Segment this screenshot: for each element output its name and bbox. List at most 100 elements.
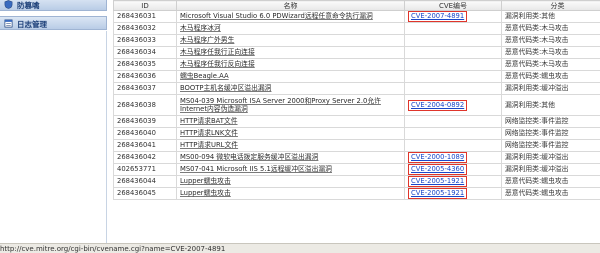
table-row[interactable]: 268436034 木马程序任我行正向连接 恶意代码类:木马攻击 — [113, 46, 600, 59]
sidebar-panel — [0, 31, 107, 243]
cell-cve: CVE-2005-1921 — [404, 175, 502, 188]
column-header-category[interactable]: 分类 — [501, 0, 600, 11]
cell-category: 漏洞利用类:缓冲溢出 — [501, 82, 600, 95]
cell-id: 268436040 — [113, 127, 177, 140]
cell-cve: CVE-2007-4891 — [404, 10, 502, 23]
cell-name-link[interactable]: 蠕虫Beagle.AA — [176, 70, 405, 83]
table-row[interactable]: 268436038 MS04-039 Microsoft ISA Server 2… — [113, 94, 600, 116]
rule-table-container: ID 名称 CVE编号 分类 268436031 Microsoft Visual… — [113, 0, 600, 243]
cell-name-link[interactable]: MS07-041 Microsoft IIS 5.1远程缓冲区溢出漏洞 — [176, 163, 405, 176]
cell-category: 恶意代码类:木马攻击 — [501, 34, 600, 47]
table-body: 268436031 Microsoft Visual Studio 6.0 PDW… — [113, 10, 600, 200]
cell-name-link[interactable]: Lupper蠕虫攻击 — [176, 175, 405, 188]
cell-category: 恶意代码类:蠕虫攻击 — [501, 175, 600, 188]
column-header-id[interactable]: ID — [113, 0, 177, 11]
sidebar-item-label: 日志管理 — [17, 20, 47, 29]
cve-highlight-box: CVE-2007-4891 — [408, 11, 468, 22]
cell-category: 恶意代码类:蠕虫攻击 — [501, 70, 600, 83]
column-header-name[interactable]: 名称 — [176, 0, 405, 11]
cell-id: 268436045 — [113, 187, 177, 200]
cve-highlight-box: CVE-2004-0892 — [408, 99, 468, 111]
cell-name-link[interactable]: 木马程序广外男生 — [176, 34, 405, 47]
cell-id: 268436038 — [113, 94, 177, 116]
cell-id: 268436035 — [113, 58, 177, 71]
cell-category: 恶意代码类:蠕虫攻击 — [501, 187, 600, 200]
cve-highlight-box: CVE-2005-1921 — [408, 188, 468, 199]
log-icon — [4, 19, 13, 28]
cell-id: 402653771 — [113, 163, 177, 176]
cell-name-link[interactable]: HTTP请求LNK文件 — [176, 127, 405, 140]
sidebar: 防篡噙 日志管理 — [0, 0, 108, 243]
cell-id: 268436041 — [113, 139, 177, 152]
table-row[interactable]: 268436037 BOOTP主机名缓冲区溢出漏洞 漏洞利用类:缓冲溢出 — [113, 82, 600, 95]
table-row[interactable]: 402653771 MS07-041 Microsoft IIS 5.1远程缓冲区… — [113, 163, 600, 176]
cell-cve — [404, 139, 502, 152]
cell-name-link[interactable]: BOOTP主机名缓冲区溢出漏洞 — [176, 82, 405, 95]
table-row[interactable]: 268436040 HTTP请求LNK文件 网络监控类:事件监控 — [113, 127, 600, 140]
cell-name-link[interactable]: HTTP请求BAT文件 — [176, 115, 405, 128]
cell-cve — [404, 34, 502, 47]
rule-table: ID 名称 CVE编号 分类 268436031 Microsoft Visual… — [113, 0, 600, 200]
cell-cve: CVE-2005-4360 — [404, 163, 502, 176]
cell-category: 网络监控类:事件监控 — [501, 127, 600, 140]
cell-name-link[interactable]: Microsoft Visual Studio 6.0 PDWizard远程任意… — [176, 10, 405, 23]
cell-id: 268436037 — [113, 82, 177, 95]
table-row[interactable]: 268436039 HTTP请求BAT文件 网络监控类:事件监控 — [113, 115, 600, 128]
table-row[interactable]: 268436032 木马程序冰河 恶意代码类:木马攻击 — [113, 22, 600, 35]
table-header-row: ID 名称 CVE编号 分类 — [113, 0, 600, 11]
cell-cve — [404, 115, 502, 128]
cve-link[interactable]: CVE-2005-4360 — [411, 165, 464, 173]
cell-category: 漏洞利用类:缓冲溢出 — [501, 151, 600, 164]
cell-id: 268436044 — [113, 175, 177, 188]
table-row[interactable]: 268436045 Lupper蠕虫攻击 CVE-2005-1921 恶意代码类:蠕虫… — [113, 187, 600, 200]
sidebar-item-anti-tamper[interactable]: 防篡噙 — [0, 0, 107, 11]
cell-cve — [404, 58, 502, 71]
sidebar-item-log-management[interactable]: 日志管理 — [0, 16, 107, 30]
table-row[interactable]: 268436044 Lupper蠕虫攻击 CVE-2005-1921 恶意代码类:蠕虫… — [113, 175, 600, 188]
cve-link[interactable]: CVE-2005-1921 — [411, 189, 464, 197]
cell-category: 漏洞利用类:缓冲溢出 — [501, 163, 600, 176]
cve-highlight-box: CVE-2000-1089 — [408, 152, 468, 163]
cell-name-link[interactable]: MS04-039 Microsoft ISA Server 2000和Proxy… — [176, 94, 405, 116]
cell-cve: CVE-2005-1921 — [404, 187, 502, 200]
table-row[interactable]: 268436033 木马程序广外男生 恶意代码类:木马攻击 — [113, 34, 600, 47]
cell-id: 268436032 — [113, 22, 177, 35]
cve-highlight-box: CVE-2005-1921 — [408, 176, 468, 187]
cell-name-link[interactable]: 木马程序冰河 — [176, 22, 405, 35]
table-row[interactable]: 268436041 HTTP请求URL文件 网络监控类:事件监控 — [113, 139, 600, 152]
cell-category: 漏洞利用类:其他 — [501, 10, 600, 23]
cell-id: 268436033 — [113, 34, 177, 47]
cell-name-link[interactable]: 木马程序任我行正向连接 — [176, 46, 405, 59]
cell-category: 恶意代码类:木马攻击 — [501, 46, 600, 59]
cell-cve — [404, 70, 502, 83]
table-row[interactable]: 268436031 Microsoft Visual Studio 6.0 PDW… — [113, 10, 600, 23]
cell-category: 漏洞利用类:其他 — [501, 94, 600, 116]
cve-highlight-box: CVE-2005-4360 — [408, 164, 468, 175]
cell-name-link[interactable]: 木马程序任我行反向连接 — [176, 58, 405, 71]
table-row[interactable]: 268436036 蠕虫Beagle.AA 恶意代码类:蠕虫攻击 — [113, 70, 600, 83]
cell-cve: CVE-2000-1089 — [404, 151, 502, 164]
cell-name-link[interactable]: MS00-094 微软电话拨定服务缓冲区溢出漏洞 — [176, 151, 405, 164]
cell-name-link[interactable]: Lupper蠕虫攻击 — [176, 187, 405, 200]
cve-link[interactable]: CVE-2004-0892 — [411, 101, 464, 109]
cell-cve — [404, 46, 502, 59]
cell-id: 268436039 — [113, 115, 177, 128]
table-row[interactable]: 268436035 木马程序任我行反向连接 恶意代码类:木马攻击 — [113, 58, 600, 71]
status-url: http://cve.mitre.org/cgi-bin/cvename.cgi… — [0, 245, 226, 253]
shield-icon — [4, 0, 13, 9]
cell-id: 268436034 — [113, 46, 177, 59]
cve-link[interactable]: CVE-2007-4891 — [411, 12, 464, 20]
status-bar: http://cve.mitre.org/cgi-bin/cvename.cgi… — [0, 243, 600, 253]
cve-link[interactable]: CVE-2005-1921 — [411, 177, 464, 185]
cell-category: 恶意代码类:木马攻击 — [501, 58, 600, 71]
cell-id: 268436031 — [113, 10, 177, 23]
cell-category: 恶意代码类:木马攻击 — [501, 22, 600, 35]
cell-cve: CVE-2004-0892 — [404, 94, 502, 116]
cell-category: 网络监控类:事件监控 — [501, 115, 600, 128]
cell-id: 268436036 — [113, 70, 177, 83]
table-row[interactable]: 268436042 MS00-094 微软电话拨定服务缓冲区溢出漏洞 CVE-200… — [113, 151, 600, 164]
column-header-cve[interactable]: CVE编号 — [404, 0, 502, 11]
cell-name-link[interactable]: HTTP请求URL文件 — [176, 139, 405, 152]
cve-link[interactable]: CVE-2000-1089 — [411, 153, 464, 161]
cell-cve — [404, 22, 502, 35]
